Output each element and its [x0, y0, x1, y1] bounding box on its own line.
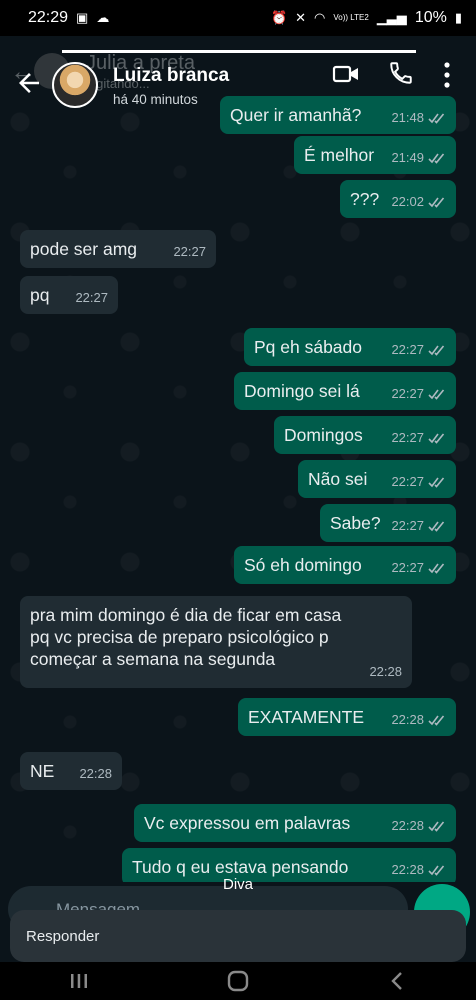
lte-indicator: Vo)) LTE2 [333, 13, 369, 22]
story-progress-bar [62, 50, 416, 53]
voice-call-icon[interactable] [388, 60, 414, 86]
outgoing-message[interactable]: É melhor 21:49 [294, 136, 456, 174]
message-meta: 22:27 [391, 557, 446, 579]
double-check-icon [428, 196, 445, 208]
message-meta: 22:27 [391, 339, 446, 361]
wifi-icon: ◠ [314, 10, 326, 25]
reply-input[interactable]: Responder [10, 910, 466, 962]
outgoing-message[interactable]: Só eh domingo 22:27 [234, 546, 456, 584]
message-meta: 22:28 [369, 661, 402, 683]
incoming-message[interactable]: pq 22:27 [20, 276, 118, 314]
message-time: 22:27 [75, 290, 108, 305]
message-time: 21:49 [391, 150, 424, 165]
outgoing-message[interactable]: EXATAMENTE 22:28 [238, 698, 456, 736]
cloud-icon: ☁ [96, 10, 110, 25]
message-time: 22:27 [391, 386, 424, 401]
message-meta: 22:27 [391, 383, 446, 405]
outgoing-message[interactable]: Pq eh sábado 22:27 [244, 328, 456, 366]
double-check-icon [428, 388, 445, 400]
message-time: 22:28 [369, 664, 402, 679]
contact-name[interactable]: Luiza branca [113, 65, 229, 87]
outgoing-message[interactable]: Vc expressou em palavras 22:28 [134, 804, 456, 842]
double-check-icon [428, 820, 445, 832]
video-call-icon[interactable] [332, 62, 360, 86]
incoming-message[interactable]: NE 22:28 [20, 752, 122, 790]
double-check-icon [428, 714, 445, 726]
status-time: 22:29 [28, 9, 69, 26]
outgoing-message[interactable]: Sabe? 22:27 [320, 504, 456, 542]
incoming-message[interactable]: pode ser amg 22:27 [20, 230, 216, 268]
message-time: 22:27 [391, 430, 424, 445]
double-check-icon [428, 432, 445, 444]
mute-icon: ✕ [295, 10, 307, 25]
incoming-message[interactable]: pra mim domingo é dia de ficar em casa p… [20, 596, 412, 688]
double-check-icon [428, 864, 445, 876]
message-meta: 22:27 [391, 427, 446, 449]
message-time: 22:27 [173, 244, 206, 259]
home-button[interactable] [218, 969, 258, 993]
double-check-icon [428, 344, 445, 356]
recent-apps-button[interactable] [59, 969, 99, 993]
message-meta: 22:28 [391, 815, 446, 837]
outgoing-message[interactable]: Domingos 22:27 [274, 416, 456, 454]
reply-contact-name: Diva [222, 876, 253, 893]
message-time: 22:02 [391, 194, 424, 209]
gallery-icon: ▣ [76, 10, 89, 25]
message-meta: 22:28 [79, 763, 112, 785]
reply-label: Responder [26, 928, 100, 945]
outgoing-message[interactable]: Domingo sei lá 22:27 [234, 372, 456, 410]
double-check-icon [428, 562, 445, 574]
message-time: 22:28 [391, 818, 424, 833]
double-check-icon [428, 152, 445, 164]
chat-header: Luiza branca há 40 minutos [0, 54, 476, 118]
back-chevron-icon [390, 972, 402, 990]
message-time: 22:28 [79, 766, 112, 781]
recent-apps-icon [71, 974, 88, 988]
last-seen-status: há 40 minutos [113, 92, 198, 107]
outgoing-message[interactable]: ??? 22:02 [340, 180, 456, 218]
outgoing-message[interactable]: Não sei 22:27 [298, 460, 456, 498]
chat-message-list[interactable]: Quer ir amanhã? 21:48 É melhor 21:49??? 22:0… [0, 92, 476, 882]
back-arrow-icon[interactable] [14, 68, 44, 98]
message-meta: 22:27 [391, 471, 446, 493]
message-time: 22:27 [391, 560, 424, 575]
message-time: 22:28 [391, 712, 424, 727]
alarm-icon: ⏰ [270, 10, 288, 25]
double-check-icon [428, 476, 445, 488]
message-time: 22:27 [391, 474, 424, 489]
message-meta: 22:27 [75, 287, 108, 309]
battery-level: 10% [414, 9, 447, 26]
message-time: 22:27 [391, 342, 424, 357]
message-time: 22:27 [391, 518, 424, 533]
signal-icon: ▁▃▅ [376, 10, 407, 25]
message-text: pra mim domingo é dia de ficar em casa p… [30, 605, 342, 669]
message-meta: 22:27 [173, 241, 206, 263]
system-nav-bar [0, 962, 476, 1000]
battery-icon: ▮ [454, 10, 462, 25]
contact-avatar[interactable] [52, 62, 98, 108]
status-bar: 22:29 ▣ ☁ ⏰ ✕ ◠ Vo)) LTE2 ▁▃▅ 10% ▮ [0, 0, 476, 36]
message-meta: 22:27 [391, 515, 446, 537]
message-meta: 21:49 [391, 147, 446, 169]
more-options-icon[interactable] [442, 60, 452, 90]
message-meta: 22:28 [391, 709, 446, 731]
double-check-icon [428, 520, 445, 532]
back-button[interactable] [377, 969, 417, 993]
message-meta: 22:02 [391, 191, 446, 213]
home-icon [227, 970, 249, 992]
